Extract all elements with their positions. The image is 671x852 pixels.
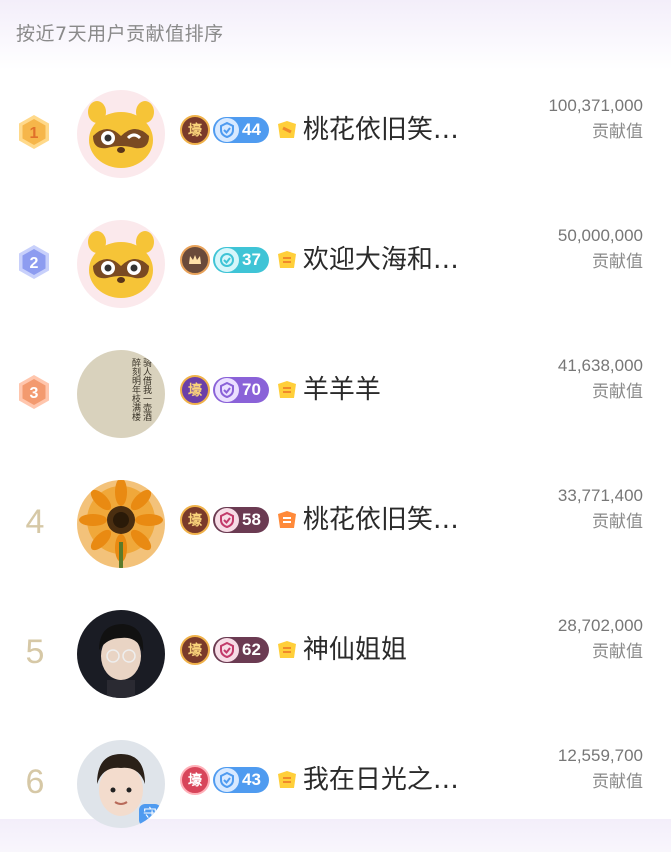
username[interactable]: 我在日光之…: [303, 763, 459, 797]
avatar[interactable]: [77, 610, 165, 698]
username[interactable]: 桃花依旧笑…: [303, 503, 459, 537]
rank-number: 3: [30, 385, 39, 402]
level-badge: 58: [213, 507, 269, 533]
ranking-row-4[interactable]: 4 壕 58 桃花依旧笑… 33,771,400 贡献值: [0, 462, 671, 592]
avatar[interactable]: [77, 220, 165, 308]
fan-badge-icon: [275, 248, 299, 272]
rank-number: 4: [25, 503, 45, 541]
avatar[interactable]: 骑人借我一壶酒 醉刻明年枝满楼: [77, 350, 165, 438]
username[interactable]: 羊羊羊: [303, 373, 381, 407]
noble-badge-icon: 壕: [180, 505, 210, 535]
contribution-value: 100,371,000: [548, 96, 643, 115]
fan-badge-icon: [275, 638, 299, 662]
fan-badge-icon: [275, 378, 299, 402]
level-number: 44: [242, 120, 261, 139]
ranking-row-3[interactable]: 3 骑人借我一壶酒 醉刻明年枝满楼 壕 70 羊羊羊 41,638,000 贡献…: [0, 332, 671, 462]
rank-number: 1: [30, 125, 39, 142]
level-badge: 37: [213, 247, 269, 273]
avatar[interactable]: [77, 480, 165, 568]
rank-bronze-badge: 3: [16, 374, 52, 410]
level-number: 43: [242, 770, 261, 789]
contribution-label: 贡献值: [592, 382, 643, 402]
level-badge: 43: [213, 767, 269, 793]
username[interactable]: 神仙姐姐: [303, 633, 407, 667]
ranking-row-6[interactable]: 6 守 壕 43 我在日光之… 12,559,700 贡献值: [0, 722, 671, 852]
ranking-row-2[interactable]: 2 37 欢迎大海和… 50,000,000 贡献值: [0, 202, 671, 332]
heart-shield-icon: [215, 638, 239, 662]
level-badge: 70: [213, 377, 269, 403]
shield-check-icon: [215, 768, 239, 792]
avatar[interactable]: [77, 90, 165, 178]
rank-number: 2: [30, 255, 39, 272]
rank-number: 6: [25, 763, 45, 801]
shield-check-icon: [215, 378, 239, 402]
noble-badge-icon: 壕: [180, 765, 210, 795]
level-badge: 62: [213, 637, 269, 663]
level-number: 58: [242, 510, 261, 529]
calligraphy-avatar-text: 骑人借我一壶酒 醉刻明年枝满楼: [130, 358, 151, 421]
noble-badge-icon: [180, 245, 210, 275]
contribution-value: 50,000,000: [557, 226, 643, 245]
shield-check-icon: [215, 118, 239, 142]
noble-badge-icon: 壕: [180, 375, 210, 405]
contribution-label: 贡献值: [592, 122, 643, 142]
contribution-value: 28,702,000: [557, 616, 643, 635]
contribution-label: 贡献值: [592, 772, 643, 792]
noble-badge-icon: 壕: [180, 635, 210, 665]
level-number: 62: [242, 640, 261, 659]
rank-silver-badge: 2: [16, 244, 52, 280]
level-number: 37: [242, 250, 261, 269]
contribution-label: 贡献值: [592, 642, 643, 662]
guard-badge-icon: 守: [139, 804, 161, 826]
level-badge: 44: [213, 117, 269, 143]
shield-check-icon: [215, 248, 239, 272]
fan-badge-icon: [275, 118, 299, 142]
contribution-label: 贡献值: [592, 512, 643, 532]
fan-badge-icon: [275, 768, 299, 792]
sort-description: 按近7天用户贡献值排序: [16, 23, 224, 45]
avatar[interactable]: 守: [77, 740, 165, 828]
contribution-value: 12,559,700: [557, 746, 643, 765]
rank-number: 5: [25, 633, 45, 671]
ranking-row-1[interactable]: 1 壕 44 桃花依旧笑… 100,371,000 贡献值: [0, 72, 671, 202]
rank-gold-badge: 1: [16, 114, 52, 150]
contribution-label: 贡献值: [592, 252, 643, 272]
level-number: 70: [242, 380, 261, 399]
username[interactable]: 桃花依旧笑…: [303, 113, 459, 147]
contribution-value: 33,771,400: [557, 486, 643, 505]
ranking-row-5[interactable]: 5 壕 62 神仙姐姐 28,702,000 贡献值: [0, 592, 671, 722]
username[interactable]: 欢迎大海和…: [303, 243, 459, 277]
heart-shield-icon: [215, 508, 239, 532]
noble-badge-icon: 壕: [180, 115, 210, 145]
contribution-value: 41,638,000: [557, 356, 643, 375]
fan-badge-icon: [275, 508, 299, 532]
